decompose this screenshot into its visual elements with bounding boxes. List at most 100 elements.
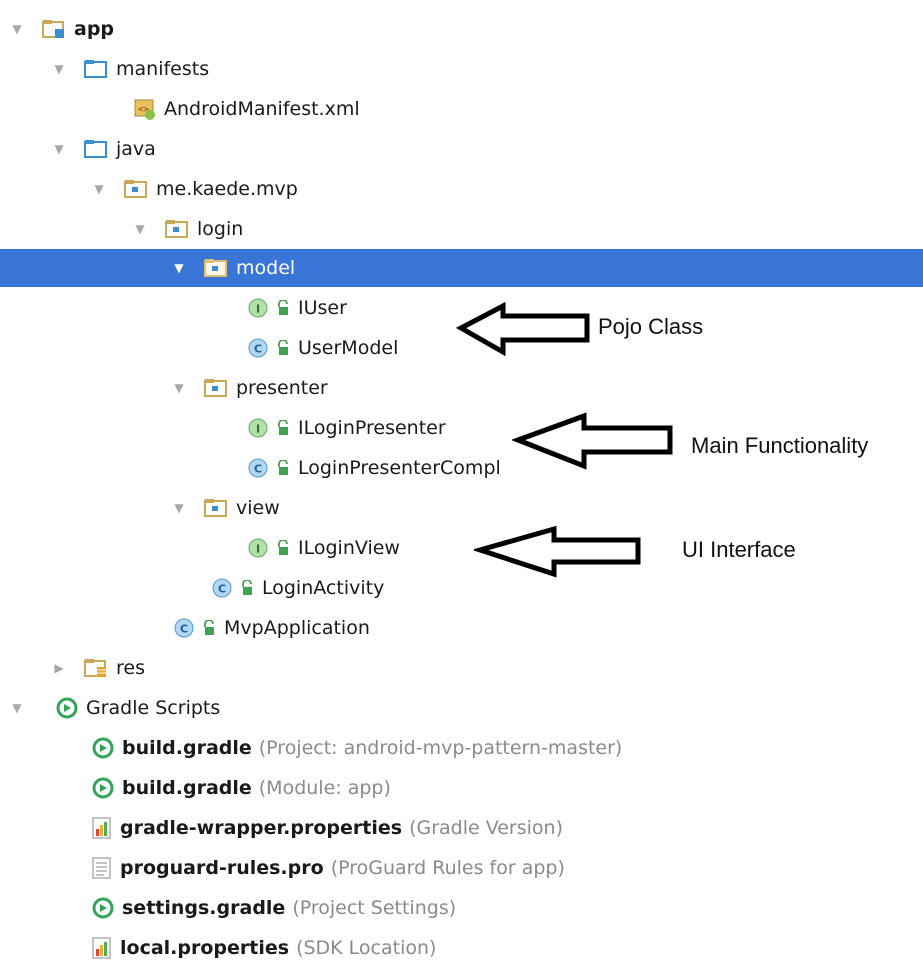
public-lock-icon xyxy=(276,340,290,356)
interface-icon: I xyxy=(248,418,268,438)
tree-item-label: build.gradle xyxy=(122,776,252,799)
class-icon: C xyxy=(248,338,268,358)
tree-item-presenter[interactable]: ▼ presenter xyxy=(0,369,923,407)
tree-item-label: app xyxy=(74,17,115,40)
package-icon xyxy=(204,378,228,398)
tree-item-label: proguard-rules.pro xyxy=(120,856,324,879)
tree-item-hint: (ProGuard Rules for app) xyxy=(330,856,565,879)
class-icon: C xyxy=(212,578,232,598)
tree-item-label: me.kaede.mvp xyxy=(156,177,298,200)
tree-item-hint: (Project: android-mvp-pattern-master) xyxy=(258,736,623,759)
tree-item-proguard-rules[interactable]: proguard-rules.pro (ProGuard Rules for a… xyxy=(0,849,923,887)
expand-arrow-icon[interactable]: ▼ xyxy=(172,378,186,398)
svg-text:C: C xyxy=(254,463,262,476)
module-folder-icon xyxy=(42,19,66,39)
text-file-icon xyxy=(92,857,112,879)
svg-text:I: I xyxy=(256,543,260,556)
tree-item-label: view xyxy=(236,496,280,519)
pojo-arrow-icon xyxy=(455,301,590,357)
tree-item-app[interactable]: ▼ app xyxy=(0,10,923,48)
interface-icon: I xyxy=(248,538,268,558)
svg-text:I: I xyxy=(256,303,260,316)
tree-item-label: LoginPresenterCompl xyxy=(298,456,501,479)
expand-arrow-icon[interactable]: ▼ xyxy=(133,219,147,239)
package-icon xyxy=(204,498,228,518)
tree-item-manifests[interactable]: ▼ manifests xyxy=(0,50,923,88)
public-lock-icon xyxy=(240,580,254,596)
package-icon xyxy=(124,179,148,199)
tree-item-model[interactable]: ▼ model xyxy=(0,249,923,287)
expand-arrow-icon[interactable]: ▼ xyxy=(52,59,66,79)
tree-item-label: build.gradle xyxy=(122,736,252,759)
expand-arrow-icon[interactable]: ▼ xyxy=(52,139,66,159)
folder-icon xyxy=(84,139,108,159)
tree-item-label: model xyxy=(236,256,296,279)
annotation-ui-interface: UI Interface xyxy=(682,537,796,562)
expand-arrow-icon[interactable]: ▼ xyxy=(10,698,24,718)
svg-text:C: C xyxy=(180,623,188,636)
tree-item-android-manifest[interactable]: <> AndroidManifest.xml xyxy=(0,90,923,128)
tree-item-mvp-application[interactable]: C MvpApplication xyxy=(0,609,923,647)
class-icon: C xyxy=(174,618,194,638)
tree-item-hint: (Module: app) xyxy=(258,776,391,799)
tree-item-settings-gradle[interactable]: settings.gradle (Project Settings) xyxy=(0,889,923,927)
interface-icon: I xyxy=(248,298,268,318)
tree-item-build-gradle-module[interactable]: build.gradle (Module: app) xyxy=(0,769,923,807)
tree-item-view[interactable]: ▼ view xyxy=(0,489,923,527)
svg-text:C: C xyxy=(254,343,262,356)
tree-item-hint: (Project Settings) xyxy=(292,896,457,919)
package-icon xyxy=(165,219,189,239)
tree-item-login-activity[interactable]: C LoginActivity xyxy=(0,569,923,607)
annotation-pojo-class: Pojo Class xyxy=(598,314,704,339)
tree-item-label: LoginActivity xyxy=(262,576,385,599)
public-lock-icon xyxy=(276,540,290,556)
tree-item-label: ILoginPresenter xyxy=(298,416,446,439)
tree-item-label: presenter xyxy=(236,376,328,399)
tree-item-java[interactable]: ▼ java xyxy=(0,130,923,168)
expand-arrow-icon[interactable]: ▼ xyxy=(172,498,186,518)
tree-item-label: manifests xyxy=(116,57,210,80)
tree-item-res[interactable]: ▶ res xyxy=(0,649,923,687)
annotation-main-functionality: Main Functionality xyxy=(691,433,869,458)
tree-item-label: MvpApplication xyxy=(224,616,370,639)
tree-item-label: res xyxy=(116,656,145,679)
main-functionality-arrow-icon xyxy=(512,412,673,470)
tree-item-label: gradle-wrapper.properties xyxy=(120,816,403,839)
tree-item-label: settings.gradle xyxy=(122,896,286,919)
tree-item-package-root[interactable]: ▼ me.kaede.mvp xyxy=(0,170,923,208)
properties-file-icon xyxy=(92,817,112,839)
ui-interface-arrow-icon xyxy=(474,525,641,578)
properties-file-icon xyxy=(92,937,112,959)
tree-item-label: local.properties xyxy=(120,936,290,959)
svg-text:I: I xyxy=(256,423,260,436)
public-lock-icon xyxy=(276,300,290,316)
public-lock-icon xyxy=(276,460,290,476)
xml-manifest-icon: <> xyxy=(134,98,156,120)
gradle-icon xyxy=(92,737,114,759)
tree-item-login[interactable]: ▼ login xyxy=(0,210,923,248)
tree-item-gradle-wrapper[interactable]: gradle-wrapper.properties (Gradle Versio… xyxy=(0,809,923,847)
gradle-icon xyxy=(92,777,114,799)
collapse-arrow-icon[interactable]: ▶ xyxy=(52,658,66,678)
gradle-icon xyxy=(92,897,114,919)
tree-item-label: ILoginView xyxy=(298,536,400,559)
class-icon: C xyxy=(248,458,268,478)
public-lock-icon xyxy=(202,620,216,636)
tree-item-label: AndroidManifest.xml xyxy=(164,97,360,120)
package-icon xyxy=(204,258,228,278)
tree-item-build-gradle-project[interactable]: build.gradle (Project: android-mvp-patte… xyxy=(0,729,923,767)
tree-item-label: Gradle Scripts xyxy=(86,696,221,719)
expand-arrow-icon[interactable]: ▼ xyxy=(10,19,24,39)
expand-arrow-icon[interactable]: ▼ xyxy=(172,258,186,278)
resource-folder-icon xyxy=(84,658,108,678)
tree-item-hint: (SDK Location) xyxy=(296,936,437,959)
gradle-icon xyxy=(56,697,78,719)
tree-item-local-properties[interactable]: local.properties (SDK Location) xyxy=(0,929,923,967)
tree-item-gradle-scripts[interactable]: ▼ Gradle Scripts xyxy=(0,689,923,727)
svg-text:C: C xyxy=(218,583,226,596)
tree-item-label: login xyxy=(197,217,244,240)
expand-arrow-icon[interactable]: ▼ xyxy=(92,179,106,199)
tree-item-hint: (Gradle Version) xyxy=(409,816,564,839)
public-lock-icon xyxy=(276,420,290,436)
tree-item-label: java xyxy=(116,137,156,160)
